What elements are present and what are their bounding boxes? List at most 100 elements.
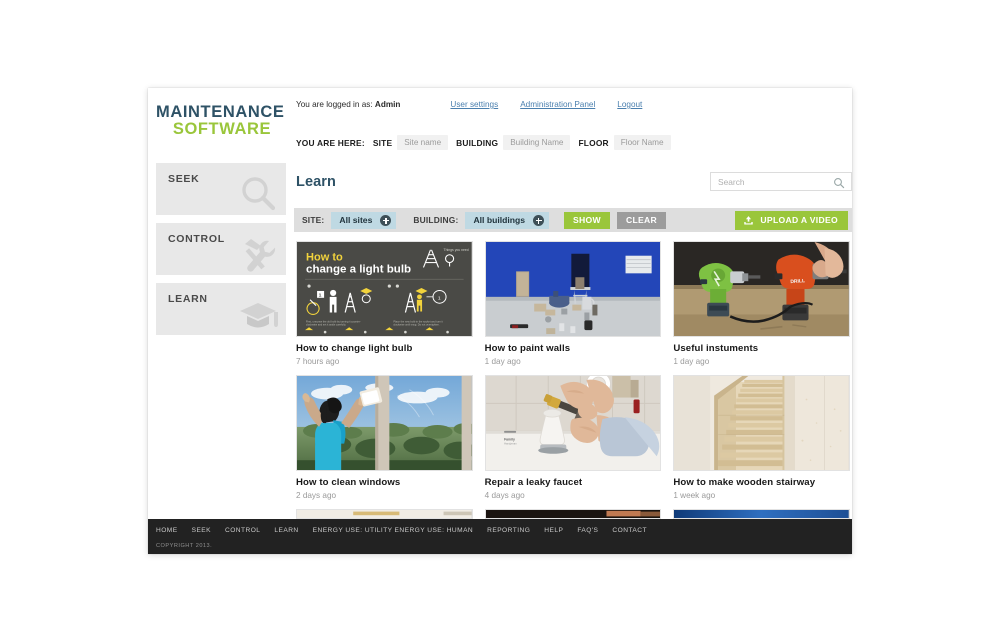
video-timestamp: 1 week ago bbox=[673, 491, 716, 501]
video-thumbnail-cordless-drills[interactable]: DRILL bbox=[673, 241, 850, 338]
site-filter-value: All sites bbox=[339, 215, 373, 226]
svg-text:Things you need: Things you need bbox=[444, 248, 469, 252]
magnifier-icon bbox=[236, 173, 280, 215]
filter-bar: SITE: All sites BUILDING: All buildings … bbox=[294, 208, 852, 233]
footer-link-contact[interactable]: CONTACT bbox=[612, 527, 647, 534]
footer-link-help[interactable]: HELP bbox=[544, 527, 563, 534]
breadcrumb-key-site: SITE bbox=[372, 137, 393, 148]
video-title: How to clean windows bbox=[296, 477, 401, 489]
footer-link-seek[interactable]: SEEK bbox=[192, 527, 211, 534]
video-timestamp: 2 days ago bbox=[296, 491, 337, 501]
logout-link[interactable]: Logout bbox=[617, 100, 642, 109]
video-card[interactable] bbox=[296, 509, 473, 520]
search-box[interactable] bbox=[710, 172, 852, 192]
app-body: MAINTENANCE SOFTWARE SEEK CONTROL LEARN … bbox=[148, 88, 852, 520]
video-card[interactable]: How to paint walls 1 day ago bbox=[484, 241, 662, 367]
video-thumbnail-hands-fixing-faucet[interactable]: Family Handyman bbox=[484, 375, 662, 472]
video-thumbnail-wooden-staircase[interactable] bbox=[673, 375, 850, 472]
upload-icon bbox=[743, 215, 754, 226]
breadcrumb-value-building[interactable]: Building Name bbox=[503, 135, 571, 150]
sidebar-nav: SEEK CONTROL LEARN bbox=[148, 162, 294, 335]
video-title: How to make wooden stairway bbox=[673, 477, 816, 489]
sidebar-item-control[interactable]: CONTROL bbox=[156, 222, 286, 275]
footer-link-faqs[interactable]: FAQ'S bbox=[577, 527, 598, 534]
video-card[interactable] bbox=[484, 509, 662, 520]
sidebar-item-seek[interactable]: SEEK bbox=[156, 162, 286, 215]
upload-button-label: UPLOAD A VIDEO bbox=[760, 215, 838, 226]
plus-circle-icon[interactable] bbox=[380, 214, 392, 226]
sidebar-item-label: SEEK bbox=[168, 172, 200, 185]
video-timestamp: 1 day ago bbox=[484, 357, 521, 367]
breadcrumb-key-floor: FLOOR bbox=[578, 137, 609, 148]
footer-link-control[interactable]: CONTROL bbox=[225, 527, 260, 534]
breadcrumb-value-site[interactable]: Site name bbox=[397, 135, 449, 150]
svg-text:change a light bulb: change a light bulb bbox=[306, 264, 411, 276]
brand-line-1: MAINTENANCE bbox=[156, 103, 285, 121]
plus-circle-icon[interactable] bbox=[533, 214, 545, 226]
video-card[interactable]: How to make wooden stairway 1 week ago bbox=[673, 375, 850, 500]
topbar-links: User settings Administration Panel Logou… bbox=[450, 100, 642, 109]
user-settings-link[interactable]: User settings bbox=[450, 100, 498, 109]
brand-logo[interactable]: MAINTENANCE SOFTWARE bbox=[148, 88, 294, 139]
breadcrumb: YOU ARE HERE: SITE Site name BUILDING Bu… bbox=[294, 135, 852, 150]
video-thumbnail-woman-cleaning-window[interactable] bbox=[296, 375, 473, 472]
svg-text:1: 1 bbox=[438, 296, 441, 302]
breadcrumb-key-building: BUILDING bbox=[456, 137, 499, 148]
topbar: You are logged in as: Admin User setting… bbox=[294, 98, 852, 109]
logged-in-user: Admin bbox=[374, 100, 401, 109]
video-thumbnail-partial[interactable] bbox=[484, 509, 662, 520]
brand-line-2: SOFTWARE bbox=[172, 120, 272, 139]
video-title: How to paint walls bbox=[484, 343, 571, 355]
page-title: Learn bbox=[296, 173, 336, 190]
video-timestamp: 4 days ago bbox=[484, 491, 525, 501]
svg-text:How to: How to bbox=[306, 252, 343, 264]
video-thumbnail-blue-room-painting[interactable] bbox=[484, 241, 662, 338]
site-filter-dropdown[interactable]: All sites bbox=[331, 211, 397, 229]
svg-text:Family: Family bbox=[504, 438, 515, 442]
app-window: MAINTENANCE SOFTWARE SEEK CONTROL LEARN … bbox=[148, 88, 852, 554]
video-card[interactable]: Family Handyman Repair a leaky faucet 4 … bbox=[484, 375, 662, 501]
administration-panel-link[interactable]: Administration Panel bbox=[520, 100, 595, 109]
search-input[interactable] bbox=[711, 173, 836, 191]
video-card[interactable]: DRILL Useful instuments 1 day ago bbox=[673, 241, 850, 366]
hammer-wrench-icon bbox=[236, 233, 280, 275]
footer-link-energy-use-human[interactable]: ENERGY USE: HUMAN bbox=[395, 527, 474, 534]
svg-text:clockwise until snug. Do not o: clockwise until snug. Do not overtighten… bbox=[393, 323, 440, 327]
breadcrumb-label: YOU ARE HERE: bbox=[296, 137, 365, 148]
video-card[interactable]: How to clean windows 2 days ago bbox=[296, 375, 473, 500]
video-thumbnail-lightbulb-infographic[interactable]: How to change a light bulb Things you ne… bbox=[296, 241, 473, 338]
footer-nav: HOME SEEK CONTROL LEARN ENERGY USE: UTIL… bbox=[156, 527, 852, 534]
svg-text:DRILL: DRILL bbox=[790, 279, 805, 286]
clear-button[interactable]: CLEAR bbox=[616, 211, 667, 229]
logged-in-prefix: You are logged in as: bbox=[296, 100, 373, 109]
svg-text:Handyman: Handyman bbox=[504, 442, 517, 446]
video-card[interactable]: How to change a light bulb Things you ne… bbox=[296, 241, 473, 366]
footer-link-reporting[interactable]: REPORTING bbox=[487, 527, 530, 534]
main-content: You are logged in as: Admin User setting… bbox=[294, 88, 852, 520]
svg-text:clockwise and set it aside car: clockwise and set it aside carefully. bbox=[306, 323, 346, 327]
show-button[interactable]: SHOW bbox=[564, 211, 610, 229]
footer-link-home[interactable]: HOME bbox=[156, 527, 178, 534]
svg-text:1: 1 bbox=[319, 293, 322, 299]
video-thumbnail-partial[interactable] bbox=[673, 509, 850, 520]
graduation-cap-icon bbox=[236, 293, 280, 335]
breadcrumb-value-floor[interactable]: Floor Name bbox=[613, 135, 671, 150]
video-title: Repair a leaky faucet bbox=[484, 477, 583, 489]
search-icon[interactable] bbox=[833, 176, 845, 189]
building-filter-label: BUILDING: bbox=[413, 215, 459, 226]
video-timestamp: 1 day ago bbox=[673, 357, 710, 367]
video-title: Useful instuments bbox=[673, 343, 759, 355]
site-filter-label: SITE: bbox=[302, 215, 325, 226]
title-row: Learn bbox=[294, 164, 852, 199]
video-thumbnail-partial[interactable] bbox=[296, 509, 473, 520]
logged-in-status: You are logged in as: Admin bbox=[296, 100, 400, 109]
sidebar-item-label: LEARN bbox=[168, 292, 208, 305]
video-card[interactable] bbox=[673, 509, 850, 520]
sidebar-item-learn[interactable]: LEARN bbox=[156, 282, 286, 335]
building-filter-dropdown[interactable]: All buildings bbox=[465, 211, 550, 229]
footer-link-energy-use-utility[interactable]: ENERGY USE: UTILITY bbox=[313, 527, 393, 534]
upload-a-video-button[interactable]: UPLOAD A VIDEO bbox=[735, 210, 848, 230]
sidebar: MAINTENANCE SOFTWARE SEEK CONTROL LEARN bbox=[148, 88, 294, 519]
sidebar-item-label: CONTROL bbox=[168, 232, 225, 245]
footer-link-learn[interactable]: LEARN bbox=[274, 527, 298, 534]
